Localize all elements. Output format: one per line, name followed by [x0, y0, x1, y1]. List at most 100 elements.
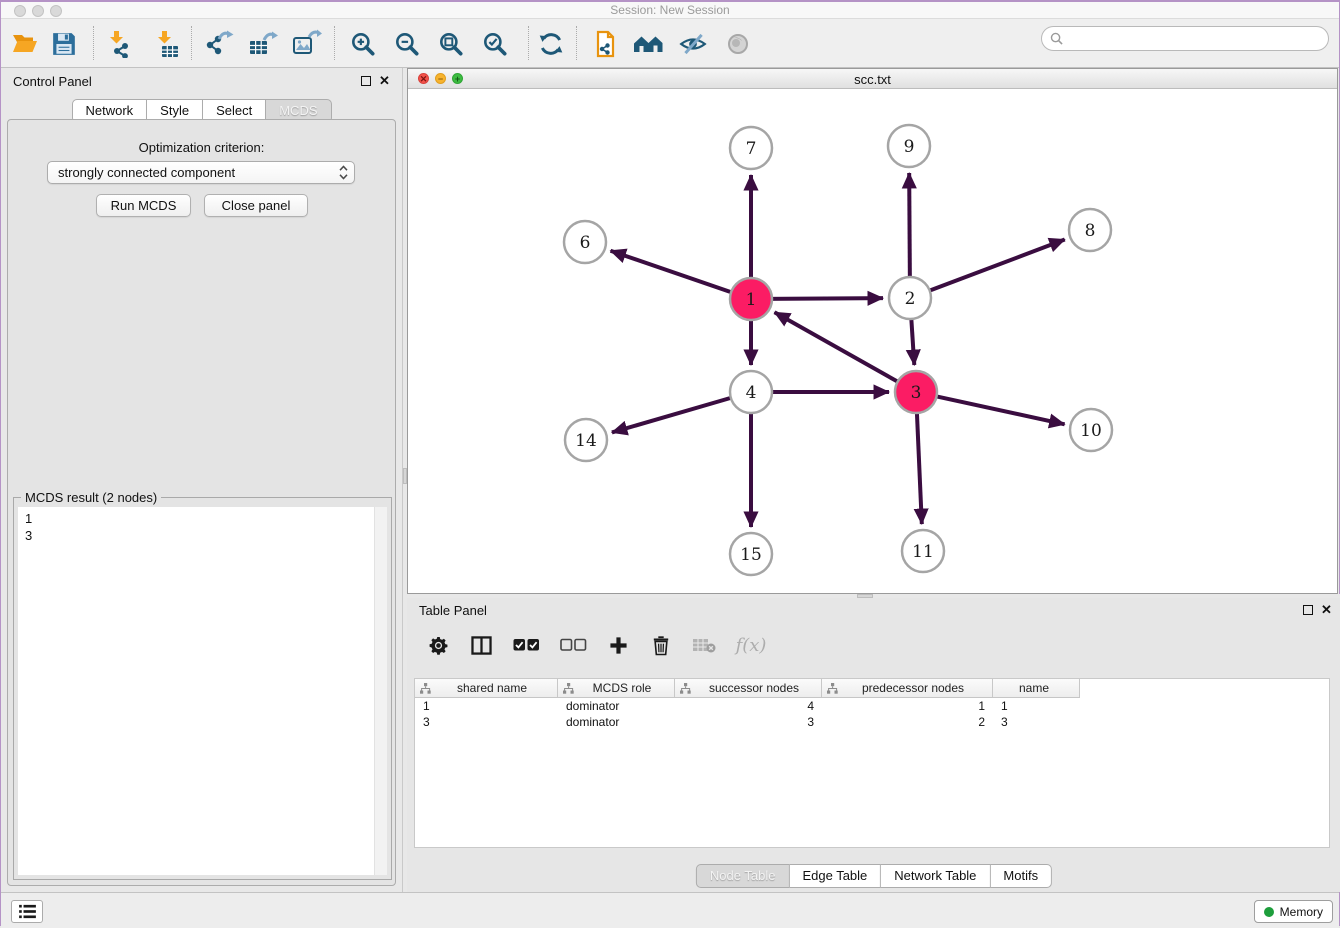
column-header-successor-nodes[interactable]: successor nodes [675, 679, 822, 697]
export-image-icon[interactable] [291, 28, 323, 60]
zoom-in-icon[interactable] [347, 28, 379, 60]
graph-node-4[interactable]: 4 [730, 371, 772, 413]
table-panel-close-button[interactable]: ✕ [1321, 603, 1332, 617]
graph-node-3[interactable]: 3 [895, 371, 937, 413]
main-toolbar [1, 19, 1339, 68]
graph-node-10[interactable]: 10 [1070, 409, 1112, 451]
home-icon[interactable] [633, 28, 665, 60]
svg-text:11: 11 [912, 542, 934, 562]
graph-node-8[interactable]: 8 [1069, 209, 1111, 251]
right-pane: ✕ − + scc.txt 7968124314101511 Table Pan… [407, 68, 1340, 892]
hide-eye-icon[interactable] [677, 28, 709, 60]
table-cell[interactable]: 3 [993, 715, 1080, 729]
graph-node-11[interactable]: 11 [902, 530, 944, 572]
table-panel-float-button[interactable] [1303, 605, 1313, 615]
tab-node-table[interactable]: Node Table [696, 864, 790, 888]
network-graph[interactable]: 7 9 6 8 1 2 4 3 14 10 15 11 [408, 89, 1337, 593]
refresh-icon[interactable] [535, 28, 567, 60]
main-titlebar: Session: New Session [1, 2, 1339, 19]
table-cell[interactable]: dominator [558, 715, 675, 729]
graph-edge-2-8[interactable] [926, 240, 1065, 292]
node-table[interactable]: shared nameMCDS rolesuccessor nodesprede… [414, 678, 1330, 848]
tab-edge-table[interactable]: Edge Table [789, 864, 881, 888]
network-window-titlebar[interactable]: ✕ − + scc.txt [408, 69, 1337, 89]
delete-table-icon-disabled [691, 631, 717, 659]
window-title: Session: New Session [1, 3, 1339, 17]
control-panel-float-button[interactable] [361, 76, 371, 86]
graph-node-15[interactable]: 15 [730, 533, 772, 575]
table-row[interactable]: 1dominator411 [415, 698, 1329, 714]
table-cell[interactable]: 1 [415, 699, 558, 713]
graph-edge-3-11[interactable] [917, 409, 922, 524]
network-canvas[interactable]: 7 9 6 8 1 2 4 3 14 10 15 11 [408, 89, 1337, 593]
clone-network-icon[interactable] [589, 28, 621, 60]
svg-text:7: 7 [746, 139, 757, 159]
graph-edge-3-1[interactable] [775, 312, 902, 383]
import-network-icon[interactable] [103, 28, 135, 60]
svg-text:8: 8 [1085, 221, 1096, 241]
mcds-result-scrollbar[interactable] [374, 507, 387, 875]
control-panel-title: Control Panel [13, 74, 92, 89]
table-cell[interactable]: 4 [675, 699, 822, 713]
deselect-all-icon[interactable] [558, 631, 588, 659]
svg-text:14: 14 [575, 431, 597, 451]
criterion-dropdown[interactable]: strongly connected component [47, 161, 355, 184]
column-header-MCDS-role[interactable]: MCDS role [558, 679, 675, 697]
export-network-icon[interactable] [203, 28, 235, 60]
zoom-out-icon[interactable] [391, 28, 423, 60]
tab-motifs[interactable]: Motifs [990, 864, 1052, 888]
task-history-button[interactable] [11, 900, 43, 923]
global-search[interactable] [1041, 26, 1329, 51]
graph-edge-1-2[interactable] [768, 298, 883, 299]
tab-network-table[interactable]: Network Table [881, 864, 990, 888]
table-cell[interactable]: 2 [822, 715, 993, 729]
graph-node-1[interactable]: 1 [730, 278, 772, 320]
global-search-input[interactable] [1068, 32, 1320, 46]
graph-node-14[interactable]: 14 [565, 419, 607, 461]
table-toolbar: f(x) [415, 626, 768, 664]
network-window-title: scc.txt [408, 72, 1337, 87]
toggle-column-panel-icon[interactable] [468, 631, 494, 659]
delete-trash-icon[interactable] [648, 631, 674, 659]
table-panel-title: Table Panel [419, 603, 487, 618]
memory-button[interactable]: Memory [1254, 900, 1333, 923]
run-mcds-button[interactable]: Run MCDS [96, 194, 191, 217]
optimization-criterion-label: Optimization criterion: [8, 140, 395, 155]
table-cell[interactable]: 1 [993, 699, 1080, 713]
select-all-icon[interactable] [511, 631, 541, 659]
column-header-predecessor-nodes[interactable]: predecessor nodes [822, 679, 993, 697]
graph-edge-1-6[interactable] [611, 251, 735, 294]
add-column-plus-icon[interactable] [605, 631, 631, 659]
control-panel-close-button[interactable]: ✕ [379, 74, 390, 88]
graph-node-6[interactable]: 6 [564, 221, 606, 263]
close-panel-button[interactable]: Close panel [204, 194, 308, 217]
graph-edge-2-3[interactable] [911, 315, 914, 365]
table-cell[interactable]: 1 [822, 699, 993, 713]
zoom-selected-icon[interactable] [479, 28, 511, 60]
column-header-name[interactable]: name [993, 679, 1080, 697]
graph-node-9[interactable]: 9 [888, 125, 930, 167]
network-view-window: ✕ − + scc.txt 7 9 6 8 1 2 4 3 14 10 15 11 [407, 68, 1338, 594]
task-list-icon [18, 904, 37, 919]
column-header-shared-name[interactable]: shared name [415, 679, 558, 697]
graph-node-7[interactable]: 7 [730, 127, 772, 169]
graph-edge-2-9[interactable] [909, 173, 910, 281]
table-cell[interactable]: dominator [558, 699, 675, 713]
graph-node-2[interactable]: 2 [889, 277, 931, 319]
table-options-gear-icon[interactable] [425, 631, 451, 659]
table-cell[interactable]: 3 [415, 715, 558, 729]
node-table-header-row: shared nameMCDS rolesuccessor nodesprede… [415, 679, 1080, 698]
graph-edge-4-14[interactable] [612, 397, 735, 433]
control-panel-header: Control Panel ✕ [1, 73, 402, 91]
import-table-icon[interactable] [151, 28, 183, 60]
table-cell[interactable]: 3 [675, 715, 822, 729]
table-row[interactable]: 3dominator323 [415, 714, 1329, 730]
svg-text:3: 3 [911, 383, 922, 403]
mcds-result-textarea[interactable]: 1 3 [18, 507, 387, 875]
graph-edge-3-10[interactable] [933, 396, 1065, 425]
open-session-icon[interactable] [9, 28, 41, 60]
show-eye-disabled-icon [722, 28, 754, 60]
save-session-icon[interactable] [48, 28, 80, 60]
export-table-icon[interactable] [247, 28, 279, 60]
zoom-fit-icon[interactable] [435, 28, 467, 60]
